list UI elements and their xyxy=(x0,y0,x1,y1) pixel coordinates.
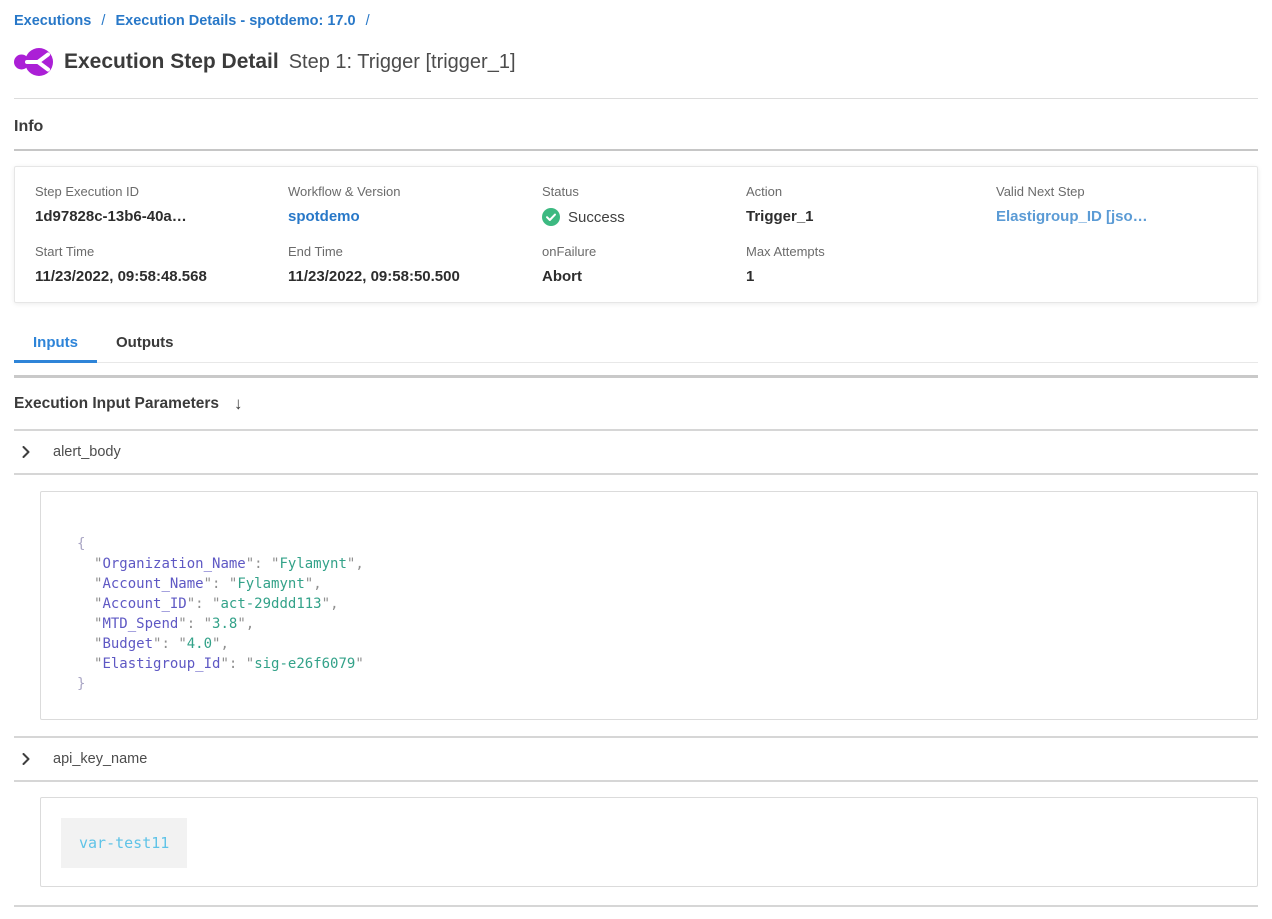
success-check-icon xyxy=(542,208,560,226)
field-label: Status xyxy=(542,184,746,199)
breadcrumb-separator: / xyxy=(101,13,105,29)
field-label: End Time xyxy=(288,244,542,259)
field-value: 11/23/2022, 09:58:50.500 xyxy=(288,268,542,285)
section-alert-body[interactable]: alert_body xyxy=(14,431,1258,473)
workflow-link[interactable]: spotdemo xyxy=(288,208,542,225)
api-key-name-value-box: var-test11 xyxy=(40,797,1258,887)
info-divider xyxy=(14,149,1258,151)
chevron-right-icon xyxy=(20,446,32,458)
field-onfailure: onFailure Abort xyxy=(542,244,746,285)
page-title: Execution Step Detail xyxy=(64,50,279,74)
field-end-time: End Time 11/23/2022, 09:58:50.500 xyxy=(288,244,542,285)
field-max-attempts: Max Attempts 1 xyxy=(746,244,996,285)
header-divider xyxy=(14,98,1258,99)
section-api-key-value[interactable]: api_key_value xyxy=(14,907,1258,919)
field-label: Valid Next Step xyxy=(996,184,1237,199)
tab-inputs[interactable]: Inputs xyxy=(14,328,97,363)
breadcrumb-separator: / xyxy=(366,13,370,29)
field-label: Action xyxy=(746,184,996,199)
field-label: onFailure xyxy=(542,244,746,259)
breadcrumb-execution-details[interactable]: Execution Details - spotdemo: 17.0 xyxy=(115,13,355,29)
next-step-link[interactable]: Elastigroup_ID [jso… xyxy=(996,208,1237,225)
field-label: Start Time xyxy=(35,244,288,259)
execution-input-parameters-header: Execution Input Parameters ↓ xyxy=(14,378,1258,429)
breadcrumb: Executions / Execution Details - spotdem… xyxy=(14,12,1258,30)
field-valid-next-step: Valid Next Step Elastigroup_ID [jso… xyxy=(996,184,1237,226)
field-value: 1 xyxy=(746,268,996,285)
field-status: Status Success xyxy=(542,184,746,226)
tab-outputs[interactable]: Outputs xyxy=(97,328,193,363)
tabs: Inputs Outputs xyxy=(14,328,1258,363)
field-workflow-version: Workflow & Version spotdemo xyxy=(288,184,542,226)
chevron-right-icon xyxy=(20,753,32,765)
divider xyxy=(14,780,1258,782)
info-heading: Info xyxy=(14,118,1258,136)
page-subtitle: Step 1: Trigger [trigger_1] xyxy=(289,51,516,74)
field-label: Workflow & Version xyxy=(288,184,542,199)
field-empty xyxy=(996,244,1237,285)
field-label: Step Execution ID xyxy=(35,184,288,199)
field-action: Action Trigger_1 xyxy=(746,184,996,226)
api-key-name-chip: var-test11 xyxy=(61,818,187,868)
field-label: Max Attempts xyxy=(746,244,996,259)
info-card: Step Execution ID 1d97828c-13b6-40a… Wor… xyxy=(14,166,1258,303)
section-label: alert_body xyxy=(53,444,121,460)
field-value: Abort xyxy=(542,268,746,285)
field-start-time: Start Time 11/23/2022, 09:58:48.568 xyxy=(35,244,288,285)
field-step-execution-id: Step Execution ID 1d97828c-13b6-40a… xyxy=(35,184,288,226)
fylamynt-logo-icon xyxy=(14,47,54,77)
status-text: Success xyxy=(568,209,625,226)
section-api-key-name[interactable]: api_key_name xyxy=(14,738,1258,780)
divider xyxy=(14,473,1258,475)
field-value: 11/23/2022, 09:58:48.568 xyxy=(35,268,288,285)
field-value: Trigger_1 xyxy=(746,208,996,225)
params-title: Execution Input Parameters xyxy=(14,395,219,413)
json-code: {"Organization_Name": "Fylamynt","Accoun… xyxy=(77,534,1221,694)
breadcrumb-executions[interactable]: Executions xyxy=(14,13,91,29)
field-value: 1d97828c-13b6-40a… xyxy=(35,208,288,225)
download-arrow-icon[interactable]: ↓ xyxy=(234,394,243,414)
alert-body-code-box: {"Organization_Name": "Fylamynt","Accoun… xyxy=(40,491,1258,720)
page-header: Execution Step Detail Step 1: Trigger [t… xyxy=(14,47,1258,77)
section-label: api_key_name xyxy=(53,751,147,767)
